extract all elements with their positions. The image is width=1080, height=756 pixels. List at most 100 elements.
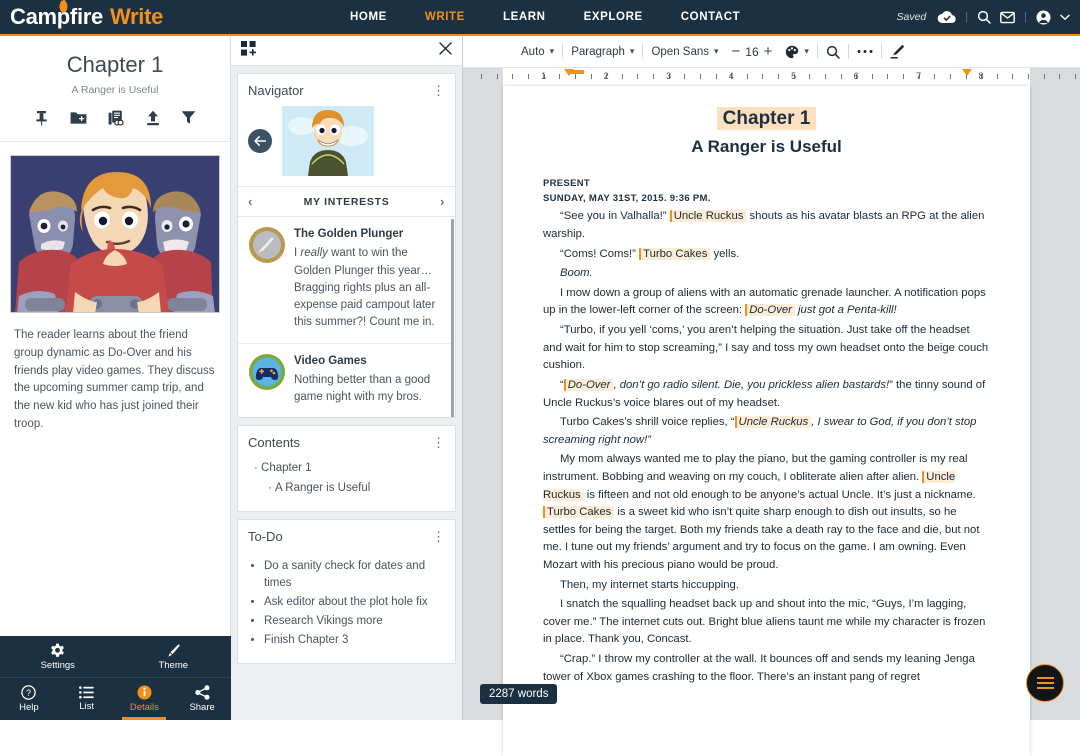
character-tag[interactable]: Uncle Ruckus [735,416,812,428]
ruler-number: 1 [541,71,546,81]
list-item[interactable]: Research Vikings more [264,613,445,631]
character-tag[interactable]: Turbo Cakes [639,248,710,260]
mail-icon[interactable] [1000,11,1015,24]
document-paragraph[interactable]: I mow down a group of aliens with an aut… [543,285,990,320]
document-paragraph[interactable]: I snatch the squalling headset back up a… [543,596,990,649]
word-count-badge: 2287 words [480,684,557,704]
navigator-portrait-row [238,104,455,186]
upload-icon[interactable] [146,110,160,131]
sidebar-tab-details[interactable]: Details [116,678,174,720]
search-icon[interactable] [977,10,991,24]
nav-link-contact[interactable]: CONTACT [681,11,741,23]
interest-prev-button[interactable]: ‹ [248,194,253,209]
logo-text-write: Write [110,4,163,30]
svg-text:?: ? [26,688,31,698]
nav-link-learn[interactable]: LEARN [503,11,546,23]
character-portrait[interactable] [282,106,374,176]
pin-icon[interactable] [34,110,49,131]
ruler-tick [841,74,842,79]
interest-text: Video Games Nothing better than a good g… [294,353,441,407]
chapter-description: The reader learns about the friend group… [0,313,230,434]
right-indent-marker[interactable] [962,69,972,76]
editor-search-icon[interactable] [818,45,848,59]
sidebar-tab-help[interactable]: ? Help [0,678,58,720]
menu-icon-line [1037,677,1054,679]
todo-list: Do a sanity check for dates and times As… [238,550,455,663]
document-paragraph[interactable]: “Crap.” I throw my controller at the wal… [543,651,990,686]
zoom-mode-dropdown[interactable]: Auto ▾ [513,46,562,58]
nav-link-explore[interactable]: EXPLORE [584,11,643,23]
sidebar-tab-list[interactable]: List [58,678,116,720]
document-paragraph[interactable]: My mom always wanted me to play the pian… [543,451,990,574]
increase-font-size-button[interactable]: + [759,43,778,60]
nav-link-write[interactable]: WRITE [425,11,465,23]
document-paragraph[interactable]: Then, my internet starts hiccupping. [543,577,990,595]
duplicate-link-icon[interactable] [108,110,125,131]
font-size-value[interactable]: 16 [745,45,758,59]
sidebar-tab-share[interactable]: Share [173,678,231,720]
add-folder-icon[interactable] [70,110,87,131]
account-icon[interactable] [1036,10,1051,25]
decrease-font-size-button[interactable]: − [727,43,746,60]
ruler-number: 8 [979,71,984,81]
list-item: The Golden Plunger I really want to win … [238,217,451,343]
close-icon[interactable] [439,42,452,60]
ruler-tick [1012,74,1013,79]
ruler-tick [1028,74,1029,79]
block-style-dropdown[interactable]: Paragraph ▾ [563,46,642,58]
paragraph-text: “Coms! Coms!” [560,248,639,260]
theme-button[interactable]: Theme [116,636,232,677]
interest-name: Video Games [294,353,441,370]
list-item[interactable]: Do a sanity check for dates and times [264,558,445,594]
paragraph-text: Turbo Cakes’s shrill voice replies, “ [560,416,735,428]
contents-item-chapter[interactable]: Chapter 1 [254,458,445,478]
ruler-tick [575,74,576,79]
contents-title: Contents [248,435,300,450]
interest-scrollbar-thumb[interactable] [451,219,454,417]
list-item[interactable]: Ask editor about the plot hole fix [264,594,445,612]
gear-icon [50,643,65,658]
paragraph-text: yells. [710,248,739,260]
document-page[interactable]: Chapter 1 A Ranger is Useful PRESENT SUN… [503,86,1030,756]
font-family-dropdown[interactable]: Open Sans ▾ [643,46,726,58]
document-paragraph[interactable]: Boom. [543,265,990,283]
navigator-back-button[interactable] [248,129,272,153]
top-right-actions: Saved | | [897,10,1071,25]
settings-button[interactable]: Settings [0,636,116,677]
contents-item-scene[interactable]: A Ranger is Useful [268,478,445,498]
navigator-card-header: Navigator ⋮ [238,74,455,104]
document-paragraph[interactable]: “Do-Over, don’t go radio silent. Die, yo… [543,377,990,412]
interest-next-button[interactable]: › [440,194,445,209]
document-body[interactable]: “See you in Valhalla!” Uncle Ruckus shou… [543,208,990,686]
app-logo[interactable]: Campfire Write [10,4,163,30]
character-tag[interactable]: Do-Over [745,304,795,316]
menu-fab-button[interactable] [1026,664,1064,702]
todo-card: To-Do ⋮ Do a sanity check for dates and … [237,519,456,664]
edit-pen-icon[interactable] [882,44,913,59]
contents-kebab-menu[interactable]: ⋮ [432,438,445,447]
chevron-down-icon[interactable] [1060,14,1070,21]
interest-list[interactable]: The Golden Plunger I really want to win … [238,216,455,417]
character-tag[interactable]: Uncle Ruckus [670,210,747,222]
navigator-kebab-menu[interactable]: ⋮ [432,86,445,95]
character-tag[interactable]: Turbo Cakes [543,506,614,518]
document-paragraph[interactable]: “Coms! Coms!” Turbo Cakes yells. [543,246,990,264]
color-palette-icon[interactable]: ▾ [777,45,817,59]
document-paragraph[interactable]: “Turbo, if you yell ‘coms,’ you aren’t h… [543,322,990,375]
ruler-tick [653,74,654,79]
editor-ruler[interactable]: 12345678 [463,68,1080,86]
italic-text: just got a Penta-kill! [795,304,897,316]
document-paragraph[interactable]: “See you in Valhalla!” Uncle Ruckus shou… [543,208,990,243]
nav-link-home[interactable]: HOME [350,11,387,23]
save-status-label: Saved [897,11,927,23]
grid-plus-icon[interactable] [241,41,256,61]
cloud-check-icon[interactable] [937,10,956,24]
character-tag[interactable]: Do-Over [564,379,614,391]
ruler-tick [637,74,638,79]
todo-kebab-menu[interactable]: ⋮ [432,532,445,541]
left-indent-marker[interactable] [564,69,574,76]
filter-icon[interactable] [181,110,196,131]
document-paragraph[interactable]: Turbo Cakes’s shrill voice replies, “Unc… [543,414,990,449]
list-item[interactable]: Finish Chapter 3 [264,632,445,650]
more-options-icon[interactable] [849,49,881,54]
